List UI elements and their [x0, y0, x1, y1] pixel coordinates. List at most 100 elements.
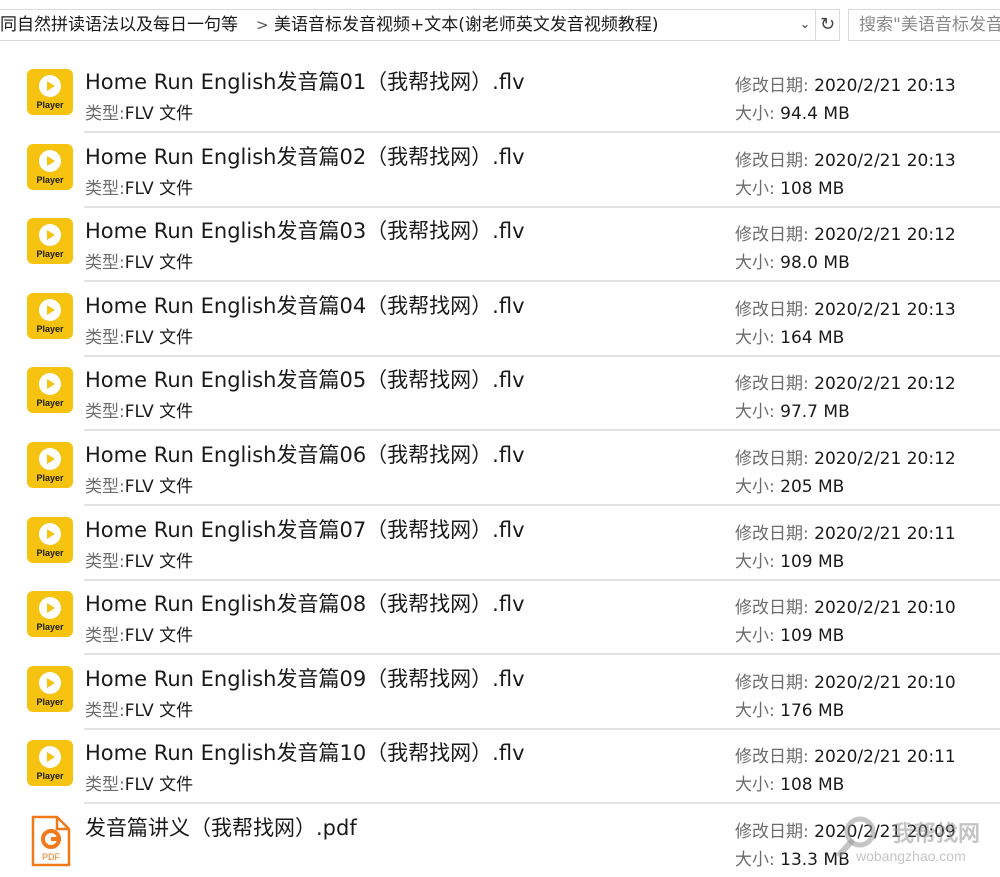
file-type: 类型:FLV 文件	[85, 174, 193, 199]
watermark-text: 我帮找网	[892, 822, 981, 847]
file-type: 类型:FLV 文件	[85, 621, 193, 646]
file-name[interactable]: Home Run English发音篇08（我帮找网）.flv	[85, 588, 525, 618]
file-row[interactable]: Player Home Run English发音篇05（我帮找网）.flv 类型:…	[0, 356, 1000, 431]
breadcrumb-separator: >	[256, 16, 269, 34]
modified-value: 2020/2/21 20:13	[814, 300, 956, 320]
file-modified: 修改日期: 2020/2/21 20:13	[735, 146, 956, 171]
size-value: 164 MB	[780, 328, 845, 348]
file-type: 类型:FLV 文件	[85, 99, 193, 124]
modified-value: 2020/2/21 20:11	[814, 747, 956, 767]
size-label: 大小:	[735, 775, 775, 795]
file-type-label: 类型:	[85, 253, 125, 273]
file-modified: 修改日期: 2020/2/21 20:13	[735, 71, 956, 96]
refresh-icon[interactable]: ↻	[816, 9, 840, 41]
modified-label: 修改日期:	[735, 524, 809, 544]
file-row[interactable]: Player Home Run English发音篇06（我帮找网）.flv 类型:…	[0, 431, 1000, 506]
size-value: 108 MB	[780, 775, 845, 795]
file-type-label: 类型:	[85, 328, 125, 348]
chevron-down-icon[interactable]: ⌄	[795, 10, 815, 40]
file-type-label: 类型:	[85, 701, 125, 721]
flv-player-icon: Player	[27, 144, 73, 190]
file-name[interactable]: Home Run English发音篇02（我帮找网）.flv	[85, 141, 525, 171]
file-type: 类型:FLV 文件	[85, 323, 193, 348]
size-label: 大小:	[735, 179, 775, 199]
file-name[interactable]: Home Run English发音篇03（我帮找网）.flv	[85, 215, 525, 245]
file-modified: 修改日期: 2020/2/21 20:11	[735, 519, 956, 544]
player-icon-label: Player	[36, 324, 64, 334]
file-row[interactable]: Player Home Run English发音篇10（我帮找网）.flv 类型:…	[0, 729, 1000, 804]
file-type-label: 类型:	[85, 626, 125, 646]
size-value: 109 MB	[780, 552, 845, 572]
file-row[interactable]: Player Home Run English发音篇04（我帮找网）.flv 类型:…	[0, 282, 1000, 357]
file-type-value: FLV 文件	[124, 179, 194, 199]
flv-player-icon: Player	[27, 591, 73, 637]
file-type-label: 类型:	[85, 552, 125, 572]
size-label: 大小:	[735, 477, 775, 497]
file-size: 大小: 98.0 MB	[735, 248, 850, 273]
player-icon-label: Player	[36, 697, 64, 707]
file-type: 类型:FLV 文件	[85, 547, 193, 572]
file-type: 类型:FLV 文件	[85, 770, 193, 795]
file-modified: 修改日期: 2020/2/21 20:11	[735, 742, 956, 767]
modified-value: 2020/2/21 20:12	[814, 374, 956, 394]
file-name[interactable]: Home Run English发音篇07（我帮找网）.flv	[85, 514, 525, 544]
file-size: 大小: 164 MB	[735, 323, 844, 348]
file-size: 大小: 108 MB	[735, 770, 844, 795]
file-row[interactable]: Player Home Run English发音篇02（我帮找网）.flv 类型:…	[0, 133, 1000, 208]
size-label: 大小:	[735, 552, 775, 572]
file-size: 大小: 109 MB	[735, 621, 844, 646]
file-name[interactable]: Home Run English发音篇10（我帮找网）.flv	[85, 737, 525, 767]
watermark-url: wobangzhao.com	[856, 848, 966, 864]
modified-value: 2020/2/21 20:13	[814, 76, 956, 96]
file-name[interactable]: 发音篇讲义（我帮找网）.pdf	[85, 812, 357, 842]
file-row[interactable]: Player Home Run English发音篇08（我帮找网）.flv 类型:…	[0, 580, 1000, 655]
pdf-file-icon: PDF	[27, 815, 73, 867]
player-icon-label: Player	[36, 622, 64, 632]
file-row[interactable]: Player Home Run English发音篇09（我帮找网）.flv 类型:…	[0, 655, 1000, 730]
flv-player-icon: Player	[27, 666, 73, 712]
file-name[interactable]: Home Run English发音篇04（我帮找网）.flv	[85, 290, 525, 320]
breadcrumb-item-parent[interactable]: 同自然拼读语法以及每日一句等	[0, 10, 250, 40]
size-label: 大小:	[735, 850, 775, 870]
file-type-label: 类型:	[85, 402, 125, 422]
modified-label: 修改日期:	[735, 374, 809, 394]
file-type-value: FLV 文件	[124, 402, 194, 422]
file-row[interactable]: Player Home Run English发音篇03（我帮找网）.flv 类型:…	[0, 207, 1000, 282]
modified-label: 修改日期:	[735, 151, 809, 171]
file-type: 类型:FLV 文件	[85, 472, 193, 497]
modified-label: 修改日期:	[735, 822, 809, 842]
file-size: 大小: 97.7 MB	[735, 397, 850, 422]
file-modified: 修改日期: 2020/2/21 20:10	[735, 593, 956, 618]
file-name[interactable]: Home Run English发音篇06（我帮找网）.flv	[85, 439, 525, 469]
size-label: 大小:	[735, 626, 775, 646]
search-input[interactable]: 搜索"美语音标发音	[848, 9, 1000, 41]
file-type-value: FLV 文件	[124, 552, 194, 572]
file-name[interactable]: Home Run English发音篇05（我帮找网）.flv	[85, 364, 525, 394]
flv-player-icon: Player	[27, 740, 73, 786]
file-modified: 修改日期: 2020/2/21 20:13	[735, 295, 956, 320]
modified-value: 2020/2/21 20:13	[814, 151, 956, 171]
size-value: 97.7 MB	[780, 402, 850, 422]
file-size: 大小: 108 MB	[735, 174, 844, 199]
player-icon-label: Player	[36, 473, 64, 483]
file-type-label: 类型:	[85, 179, 125, 199]
flv-player-icon: Player	[27, 69, 73, 115]
player-icon-label: Player	[36, 771, 64, 781]
file-type-value: FLV 文件	[124, 701, 194, 721]
breadcrumb[interactable]: 同自然拼读语法以及每日一句等 > 美语音标发音视频+文本(谢老师英文发音视频教程…	[0, 9, 816, 41]
file-type-label: 类型:	[85, 104, 125, 124]
file-row[interactable]: Player Home Run English发音篇01（我帮找网）.flv 类型:…	[0, 58, 1000, 133]
modified-label: 修改日期:	[735, 747, 809, 767]
file-name[interactable]: Home Run English发音篇09（我帮找网）.flv	[85, 663, 525, 693]
modified-value: 2020/2/21 20:10	[814, 673, 956, 693]
file-modified: 修改日期: 2020/2/21 20:12	[735, 220, 956, 245]
size-label: 大小:	[735, 402, 775, 422]
size-label: 大小:	[735, 104, 775, 124]
size-value: 205 MB	[780, 477, 845, 497]
modified-label: 修改日期:	[735, 300, 809, 320]
file-row[interactable]: Player Home Run English发音篇07（我帮找网）.flv 类型:…	[0, 506, 1000, 581]
file-type-value: FLV 文件	[124, 104, 194, 124]
breadcrumb-item-current[interactable]: 美语音标发音视频+文本(谢老师英文发音视频教程)	[274, 10, 789, 40]
file-type-label: 类型:	[85, 775, 125, 795]
file-name[interactable]: Home Run English发音篇01（我帮找网）.flv	[85, 66, 525, 96]
